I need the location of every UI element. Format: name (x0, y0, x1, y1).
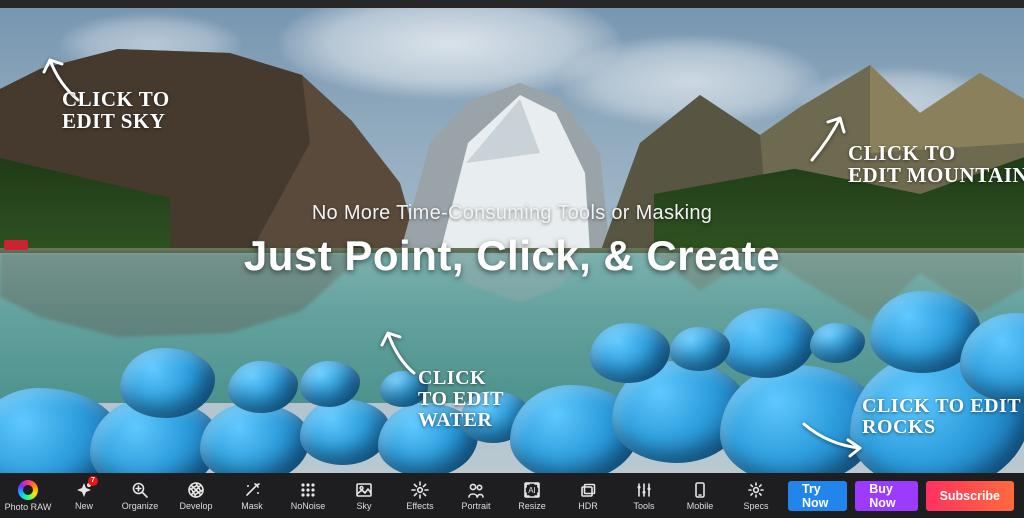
people-icon (467, 481, 485, 499)
toolbar-effects[interactable]: Effects (392, 473, 448, 518)
toolbar-label: Portrait (461, 501, 490, 511)
toolbar-label: Develop (179, 501, 212, 511)
phone-icon (691, 481, 709, 499)
new-badge: 7 (88, 476, 98, 486)
annotation-sky: CLICK TO EDIT SKY (62, 88, 170, 132)
annotation-mountains: CLICK TO EDIT MOUNTAINS (848, 142, 1024, 186)
annotation-water: CLICK TO EDIT WATER (418, 368, 504, 431)
window-top-bar (0, 0, 1024, 8)
image-icon (355, 481, 373, 499)
stack-icon (579, 481, 597, 499)
grid-icon (299, 481, 317, 499)
svg-text:AI: AI (528, 486, 536, 495)
toolbar-label: Organize (122, 501, 159, 511)
aperture-icon (187, 481, 205, 499)
subscribe-button[interactable]: Subscribe (926, 481, 1014, 511)
app-root: CLICK TO EDIT SKY CLICK TO EDIT MOUNTAIN… (0, 0, 1024, 518)
toolbar-label: NoNoise (291, 501, 326, 511)
toolbar-label: Tools (633, 501, 654, 511)
toolbar-mask[interactable]: Mask (224, 473, 280, 518)
toolbar-nonoise[interactable]: NoNoise (280, 473, 336, 518)
brand-logo-icon (18, 480, 38, 500)
toolbar-label: Specs (743, 501, 768, 511)
arrow-icon (798, 416, 868, 456)
resize-icon: AI (523, 481, 541, 499)
search-plus-icon (131, 481, 149, 499)
wand-icon (243, 481, 261, 499)
gear-icon (747, 481, 765, 499)
toolbar-label: Mobile (687, 501, 714, 511)
hero-tagline: No More Time-Consuming Tools or Masking (0, 202, 1024, 225)
buy-now-button[interactable]: Buy Now (855, 481, 917, 511)
hero-headline: Just Point, Click, & Create (0, 232, 1024, 280)
toolbar-new[interactable]: 7 New (56, 473, 112, 518)
cta-group: Try Now Buy Now Subscribe (784, 473, 1024, 518)
toolbar-mobile[interactable]: Mobile (672, 473, 728, 518)
toolbar-resize[interactable]: AI Resize (504, 473, 560, 518)
toolbar-tools[interactable]: Tools (616, 473, 672, 518)
toolbar-photo-raw[interactable]: Photo RAW (0, 473, 56, 518)
rocks-region[interactable] (0, 273, 1024, 473)
toolbar-label: Photo RAW (5, 502, 52, 512)
hero-image: CLICK TO EDIT SKY CLICK TO EDIT MOUNTAIN… (0, 8, 1024, 473)
toolbar-specs[interactable]: Specs (728, 473, 784, 518)
burst-icon (411, 481, 429, 499)
toolbar-label: New (75, 501, 93, 511)
toolbar-label: Effects (406, 501, 433, 511)
try-now-button[interactable]: Try Now (788, 481, 847, 511)
toolbar-label: Mask (241, 501, 263, 511)
toolbar-hdr[interactable]: HDR (560, 473, 616, 518)
sliders-icon (635, 481, 653, 499)
annotation-rocks: CLICK TO EDIT ROCKS (862, 396, 1021, 438)
toolbar-label: Sky (356, 501, 371, 511)
toolbar-label: HDR (578, 501, 598, 511)
toolbar-portrait[interactable]: Portrait (448, 473, 504, 518)
toolbar-develop[interactable]: Develop (168, 473, 224, 518)
toolbar-organize[interactable]: Organize (112, 473, 168, 518)
toolbar-label: Resize (518, 501, 546, 511)
bottom-toolbar: Photo RAW 7 New Organize Develop Mask NoNoise S… (0, 473, 1024, 518)
toolbar-sky[interactable]: Sky (336, 473, 392, 518)
